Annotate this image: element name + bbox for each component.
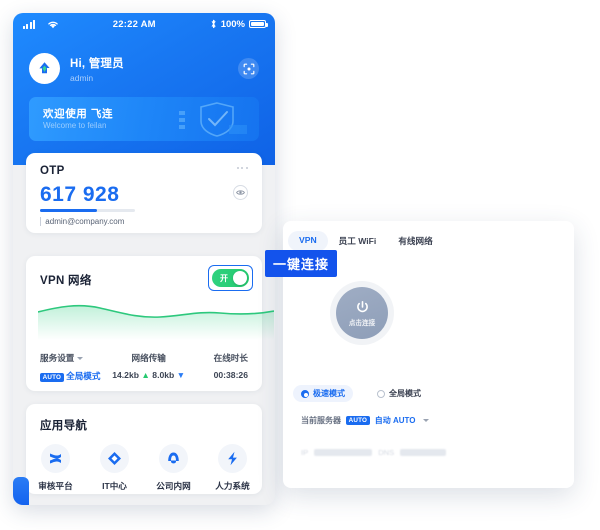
chevron-down-icon [423, 419, 430, 422]
current-server-row[interactable]: 当前服务器 AUTO 自动 AUTO [301, 415, 430, 426]
review-platform-glyph [50, 453, 61, 464]
vpn-traffic-chart [38, 304, 274, 340]
screenshot-root: 22:22 AM 100% Hi, 管理员 admin 欢迎使用 飞连 Welc… [0, 0, 600, 530]
avatar [29, 53, 60, 84]
app-nav-title: 应用导航 [40, 420, 88, 432]
tab-wired-network[interactable]: 有线网络 [387, 231, 443, 251]
dns-value-redacted [400, 449, 447, 456]
it-center-diamond-icon [100, 444, 129, 473]
status-bar-time: 22:22 AM [112, 18, 156, 30]
banner-title: 欢迎使用 飞连 [43, 108, 114, 120]
banner-subtitle: Welcome to feilan [43, 121, 107, 130]
ip-label: IP [301, 448, 309, 457]
vpn-stat-service[interactable]: 服务设置 AUTO 全局模式 [26, 352, 106, 383]
otp-card: OTP 617 928 admin@company.com [26, 153, 262, 233]
vpn-stat-uptime-value: 00:38:26 [213, 370, 248, 380]
vpn-stat-traffic-label: 网络传输 [131, 353, 166, 363]
tab-vpn[interactable]: VPN [288, 231, 328, 251]
vpn-stat-uptime-label: 在线时长 [213, 353, 248, 363]
tab-employee-wifi[interactable]: 员工 WiFi [328, 231, 388, 251]
nav-item-intranet[interactable]: 公司内网 [144, 444, 203, 492]
wifi-icon [48, 21, 58, 28]
otp-card-title: OTP [40, 165, 65, 177]
otp-progress-bar [40, 209, 135, 212]
review-platform-icon [41, 444, 70, 473]
download-arrow-icon: ▼ [176, 370, 186, 380]
current-server-label: 当前服务器 [301, 416, 341, 425]
nav-label: 审核平台 [38, 481, 73, 491]
battery-icon [249, 20, 268, 28]
vpn-download-value: 8.0kb [152, 370, 175, 380]
callout-one-click-connect: 一键连接 [265, 250, 338, 277]
desktop-tabs: VPN 员工 WiFi 有线网络 [288, 231, 444, 251]
nav-item-hr-system[interactable]: 人力系统 [203, 444, 262, 492]
vpn-stats-row: 服务设置 AUTO 全局模式 网络传输 14.2kb ▲ 8.0kb ▼ 在线时… [26, 352, 262, 383]
nav-label: 人力系统 [215, 481, 250, 491]
more-options-icon[interactable] [236, 167, 248, 170]
vpn-stat-service-value: 全局模式 [66, 371, 101, 381]
shield-illustration-icon [179, 102, 247, 137]
vpn-toggle-label: 开 [220, 273, 228, 283]
nav-item-it-center[interactable]: IT中心 [85, 444, 144, 492]
battery-percent-label: 100% [220, 18, 245, 30]
ip-value-redacted [314, 449, 373, 456]
radio-global-mode[interactable]: 全局模式 [369, 385, 429, 402]
status-bar-left [13, 19, 59, 29]
radio-selected-icon [301, 389, 309, 398]
vpn-toggle-highlight: 开 [208, 265, 253, 291]
radio-fast-mode-label: 极速模式 [313, 389, 345, 398]
current-server-value: 自动 AUTO [374, 416, 416, 425]
vpn-toggle-switch[interactable]: 开 [212, 269, 249, 287]
vpn-stat-traffic: 网络传输 14.2kb ▲ 8.0kb ▼ [106, 352, 191, 382]
scan-qr-button[interactable] [238, 58, 259, 79]
nav-label: 公司内网 [156, 481, 191, 491]
power-connect-button[interactable]: 点击连接 [336, 287, 388, 339]
username-label: admin [70, 72, 94, 83]
cellular-signal-icon [23, 19, 35, 29]
server-auto-badge: AUTO [346, 415, 370, 426]
eye-glyph [236, 190, 245, 195]
phone-mockup: 22:22 AM 100% Hi, 管理员 admin 欢迎使用 飞连 Welc… [13, 13, 275, 505]
intranet-glyph [168, 452, 179, 464]
hr-lightning-glyph [228, 451, 237, 466]
ip-dns-row: IP DNS [301, 448, 447, 457]
chevron-down-icon [77, 357, 84, 361]
auto-badge: AUTO [40, 372, 64, 383]
power-icon [356, 300, 368, 312]
it-center-glyph [108, 452, 121, 465]
scan-qr-icon [243, 63, 254, 74]
hr-lightning-icon [218, 444, 247, 473]
intranet-icon [159, 444, 188, 473]
nav-item-review-platform[interactable]: 审核平台 [26, 444, 85, 492]
vpn-upload-value: 14.2kb [112, 370, 139, 380]
welcome-banner[interactable]: 欢迎使用 飞连 Welcome to feilan [29, 97, 259, 141]
bottom-accent-bar [13, 477, 29, 505]
otp-account-label: admin@company.com [40, 217, 124, 226]
vpn-stat-uptime: 在线时长 00:38:26 [191, 352, 262, 382]
radio-unselected-icon [377, 389, 385, 398]
vpn-card: VPN 网络 开 服务设置 AUTO 全局模式 网络传输 14.2kb ▲ 8.… [26, 256, 274, 391]
vpn-stat-service-label: 服务设置 [40, 353, 75, 363]
status-bar-right: 100% [210, 19, 275, 30]
app-logo-icon [39, 62, 50, 74]
phone-header-background [13, 13, 275, 165]
mode-radio-group: 极速模式 全局模式 [293, 385, 429, 402]
app-nav-row: 审核平台 IT中心 公司内网 人力系统 [26, 444, 262, 492]
status-bar: 22:22 AM 100% [13, 13, 275, 35]
upload-arrow-icon: ▲ [141, 370, 150, 380]
nav-label: IT中心 [102, 481, 127, 491]
app-nav-card: 应用导航 审核平台 IT中心 公司内网 人力系统 [26, 404, 262, 494]
vpn-card-title: VPN 网络 [40, 275, 92, 287]
eye-visibility-icon[interactable] [233, 185, 248, 200]
dns-label: DNS [378, 448, 395, 457]
greeting-text-block: Hi, 管理员 admin [70, 55, 124, 83]
radio-global-mode-label: 全局模式 [389, 389, 421, 398]
user-greeting: Hi, 管理员 admin [29, 53, 124, 84]
greeting-line: Hi, 管理员 [70, 57, 124, 70]
radio-fast-mode[interactable]: 极速模式 [293, 385, 353, 402]
power-button-label: 点击连接 [348, 319, 376, 327]
bluetooth-icon [211, 19, 216, 29]
otp-code-value: 617 928 [40, 183, 120, 206]
